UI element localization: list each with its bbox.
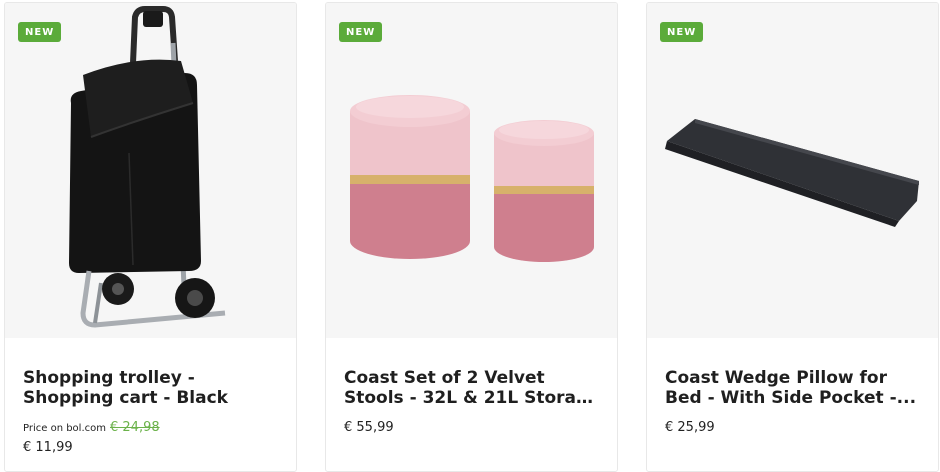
price-source-label: Price on bol.com [23, 423, 106, 434]
product-price: € 25,99 [665, 420, 715, 435]
product-card-shopping-trolley[interactable]: NEW Shopping trolley - Shopping cart - B… [4, 2, 297, 472]
product-price: € 55,99 [344, 420, 394, 435]
product-title[interactable]: Coast Set of 2 Velvet Stools - 32L & 21L… [344, 368, 603, 408]
product-card-velvet-stools[interactable]: NEW Coast Set of 2 Velvet Stools - 32L &… [325, 2, 618, 472]
product-card-wedge-pillow[interactable]: NEW Coast Wedge Pillow for Bed - With Si… [646, 2, 939, 472]
product-title[interactable]: Coast Wedge Pillow for Bed - With Side P… [665, 368, 924, 408]
product-title[interactable]: Shopping trolley - Shopping cart - Black [23, 368, 282, 408]
new-badge: NEW [339, 22, 383, 42]
product-image-wedge-pillow[interactable] [647, 3, 938, 338]
product-image-shopping-trolley[interactable] [5, 3, 296, 338]
new-badge: NEW [660, 22, 704, 42]
product-price: € 11,99 [23, 440, 73, 455]
product-image-velvet-stools[interactable] [326, 3, 617, 338]
old-price: € 24,98 [110, 420, 160, 435]
price-comparison: Price on bol.com € 24,98 [23, 420, 160, 435]
new-badge: NEW [18, 22, 62, 42]
